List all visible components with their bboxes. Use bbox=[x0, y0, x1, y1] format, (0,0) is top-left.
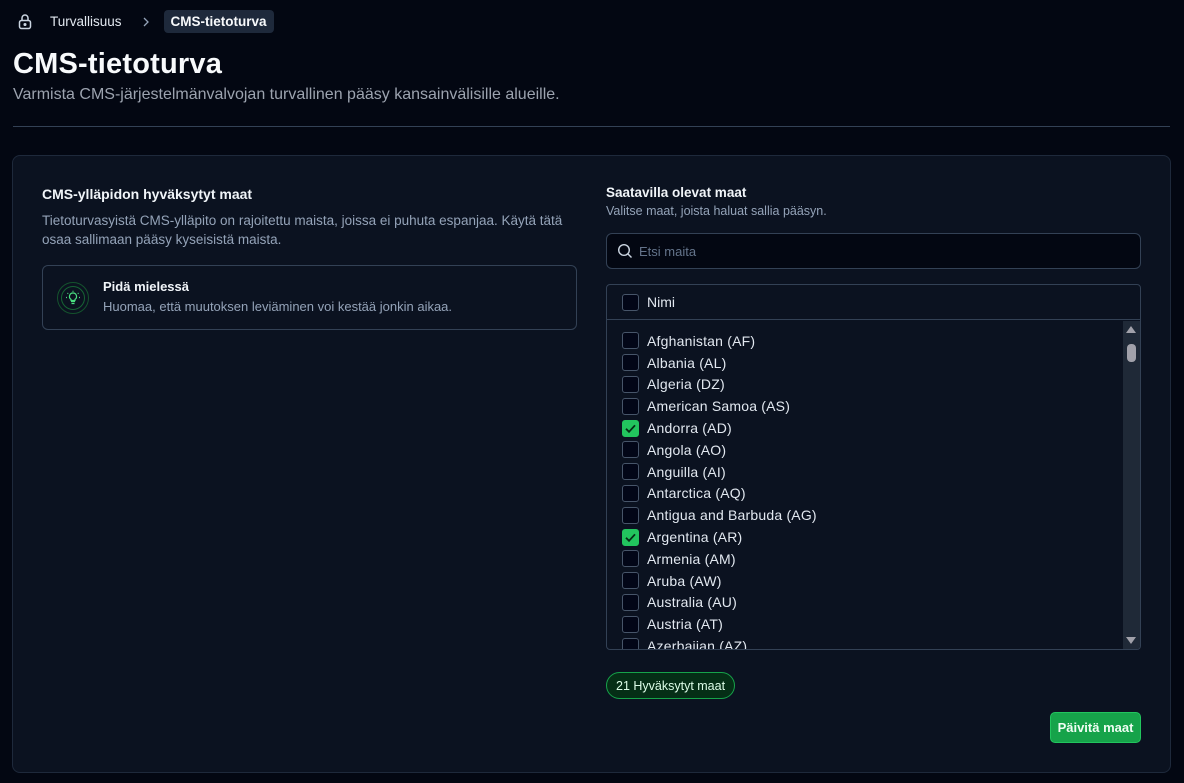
country-label: Australia (AU) bbox=[647, 594, 737, 611]
list-item[interactable]: Austria (AT) bbox=[607, 613, 1124, 635]
search-box[interactable] bbox=[606, 233, 1141, 269]
note-title: Pidä mielessä bbox=[103, 279, 189, 294]
list-item[interactable]: Andorra (AD) bbox=[607, 417, 1124, 439]
country-checkbox[interactable] bbox=[622, 419, 639, 437]
list-item[interactable]: Aruba (AW) bbox=[607, 570, 1124, 592]
country-label: Aruba (AW) bbox=[647, 572, 722, 589]
scroll-up-icon[interactable] bbox=[1126, 326, 1136, 333]
select-all-checkbox[interactable] bbox=[622, 293, 639, 311]
settings-card: CMS-ylläpidon hyväksytyt maat Tietoturva… bbox=[12, 155, 1171, 773]
table-header: Nimi bbox=[607, 285, 1140, 320]
check-icon bbox=[625, 533, 636, 542]
list-item[interactable]: American Samoa (AS) bbox=[607, 395, 1124, 417]
country-label: Albania (AL) bbox=[647, 354, 727, 371]
update-countries-button[interactable]: Päivitä maat bbox=[1050, 712, 1141, 743]
country-checkbox[interactable] bbox=[622, 354, 639, 372]
country-label: Antigua and Barbuda (AG) bbox=[647, 507, 817, 524]
countries-table: Nimi Afghanistan (AF) Albania (AL) Algeria… bbox=[606, 284, 1141, 650]
countries-title: Saatavilla olevat maat bbox=[606, 185, 747, 200]
list-item[interactable]: Antarctica (AQ) bbox=[607, 483, 1124, 505]
search-input[interactable] bbox=[639, 243, 1119, 259]
country-label: Anguilla (AI) bbox=[647, 463, 726, 480]
country-checkbox[interactable] bbox=[622, 397, 639, 415]
list-item[interactable]: Anguilla (AI) bbox=[607, 461, 1124, 483]
search-icon bbox=[617, 243, 633, 259]
chevron-right-icon bbox=[142, 17, 150, 27]
country-label: American Samoa (AS) bbox=[647, 398, 791, 415]
country-label: Andorra (AD) bbox=[647, 420, 732, 437]
country-checkbox[interactable] bbox=[622, 332, 639, 350]
country-checkbox[interactable] bbox=[622, 375, 639, 393]
country-checkbox[interactable] bbox=[622, 484, 639, 502]
country-checkbox[interactable] bbox=[622, 506, 639, 524]
country-checkbox[interactable] bbox=[622, 550, 639, 568]
country-label: Argentina (AR) bbox=[647, 529, 743, 546]
info-column: CMS-ylläpidon hyväksytyt maat Tietoturva… bbox=[42, 186, 578, 330]
check-icon bbox=[625, 424, 636, 433]
lightbulb-icon bbox=[57, 282, 89, 314]
page-title: CMS-tietoturva bbox=[13, 48, 223, 80]
breadcrumb-item-current: CMS-tietoturva bbox=[163, 10, 274, 33]
list-item[interactable]: Angola (AO) bbox=[607, 439, 1124, 461]
breadcrumb: Turvallisuus CMS-tietoturva bbox=[16, 9, 274, 34]
list-item[interactable]: Albania (AL) bbox=[607, 352, 1124, 374]
country-checkbox[interactable] bbox=[622, 593, 639, 611]
country-label: Algeria (DZ) bbox=[647, 376, 725, 393]
country-checkbox[interactable] bbox=[622, 463, 639, 481]
header-divider bbox=[13, 126, 1170, 127]
countries-description: Valitse maat, joista haluat sallia pääsy… bbox=[606, 204, 827, 218]
list-item[interactable]: Algeria (DZ) bbox=[607, 374, 1124, 396]
lock-icon bbox=[16, 13, 34, 31]
page-subtitle: Varmista CMS-järjestelmänvalvojan turval… bbox=[13, 86, 560, 103]
countries-column: Saatavilla olevat maat Valitse maat, joi… bbox=[606, 185, 1142, 743]
country-label: Austria (AT) bbox=[647, 616, 724, 633]
country-label: Azerbaijan (AZ) bbox=[647, 638, 748, 649]
scroll-down-icon[interactable] bbox=[1126, 637, 1136, 644]
country-checkbox[interactable] bbox=[622, 528, 639, 546]
breadcrumb-item-security[interactable]: Turvallisuus bbox=[50, 14, 122, 29]
country-label: Antarctica (AQ) bbox=[647, 485, 746, 502]
country-checkbox[interactable] bbox=[622, 441, 639, 459]
section-description: Tietoturvasyistä CMS-ylläpito on rajoite… bbox=[42, 213, 563, 247]
list-item[interactable]: Armenia (AM) bbox=[607, 548, 1124, 570]
countries-list: Afghanistan (AF) Albania (AL) Algeria (DZ)… bbox=[607, 321, 1124, 649]
approved-count-badge: 21 Hyväksytyt maat bbox=[606, 672, 736, 699]
scrollbar[interactable] bbox=[1123, 321, 1140, 649]
country-checkbox[interactable] bbox=[622, 615, 639, 633]
list-item[interactable]: Antigua and Barbuda (AG) bbox=[607, 504, 1124, 526]
list-item[interactable]: Argentina (AR) bbox=[607, 526, 1124, 548]
note-text: Huomaa, että muutoksen leviäminen voi ke… bbox=[103, 299, 453, 314]
country-label: Armenia (AM) bbox=[647, 550, 736, 567]
country-checkbox[interactable] bbox=[622, 572, 639, 590]
note-box: Pidä mielessä Huomaa, että muutoksen lev… bbox=[42, 265, 577, 330]
section-title: CMS-ylläpidon hyväksytyt maat bbox=[42, 186, 253, 202]
list-item[interactable]: Afghanistan (AF) bbox=[607, 330, 1124, 352]
country-label: Afghanistan (AF) bbox=[647, 332, 756, 349]
column-header-name: Nimi bbox=[647, 294, 675, 310]
country-checkbox[interactable] bbox=[622, 637, 639, 649]
list-item[interactable]: Azerbaijan (AZ) bbox=[607, 635, 1124, 649]
list-item[interactable]: Australia (AU) bbox=[607, 592, 1124, 614]
country-label: Angola (AO) bbox=[647, 441, 727, 458]
scroll-thumb[interactable] bbox=[1127, 344, 1136, 362]
